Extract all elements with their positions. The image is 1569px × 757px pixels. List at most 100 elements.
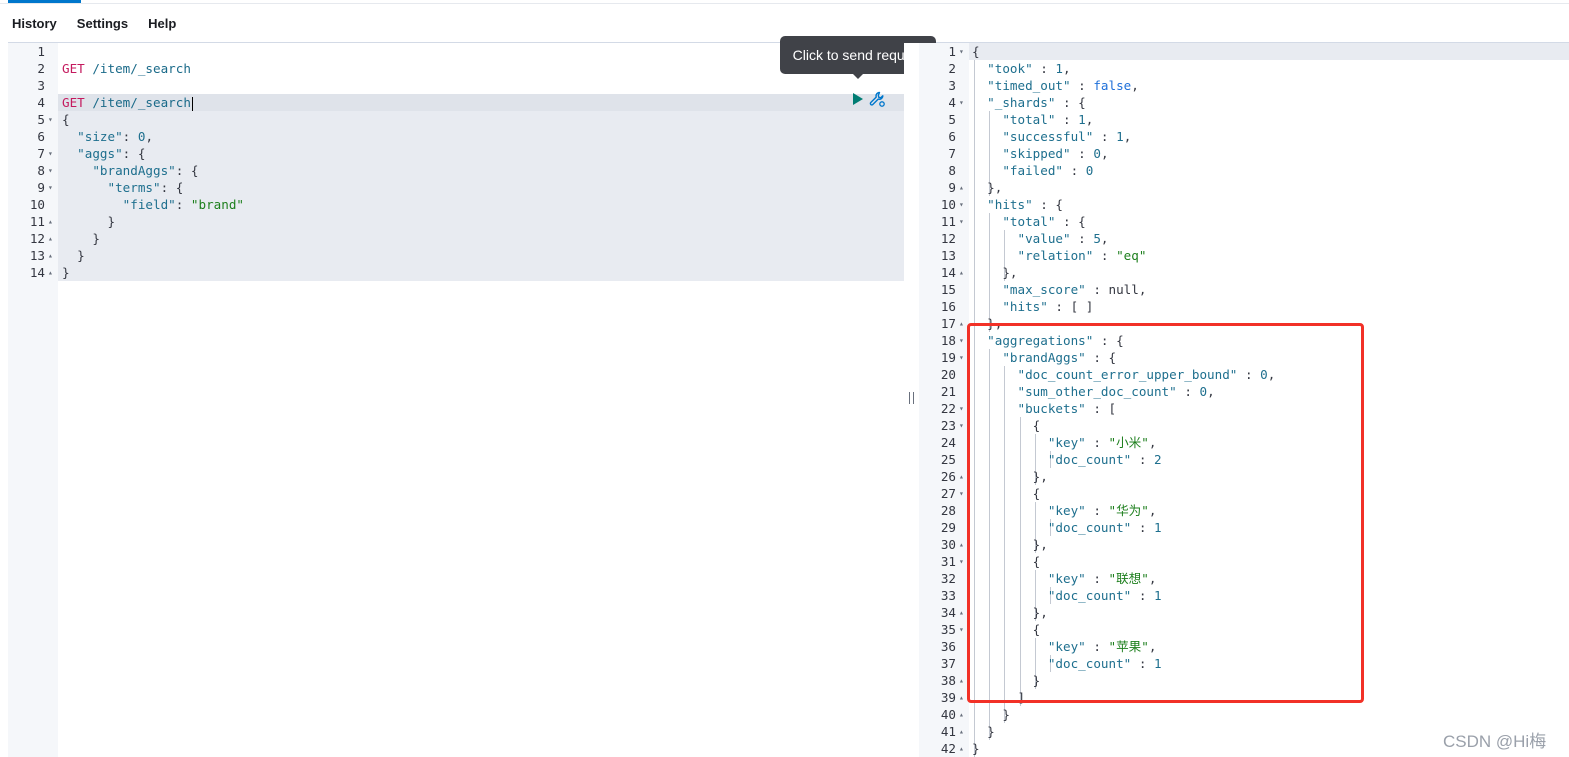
line-number: 14 <box>940 265 956 280</box>
fold-toggle-icon[interactable]: ▾ <box>959 400 964 417</box>
request-line[interactable]: 10 "field": "brand" <box>8 196 904 213</box>
code-text: "value" : 5, <box>1017 231 1109 246</box>
play-icon[interactable] <box>850 92 864 106</box>
menu-history[interactable]: History <box>12 16 57 31</box>
aggregations-highlight-box <box>967 323 1364 703</box>
fold-toggle-icon[interactable]: ▴ <box>48 230 53 247</box>
fold-toggle-icon[interactable]: ▴ <box>959 723 964 740</box>
fold-toggle-icon[interactable]: ▾ <box>48 111 53 128</box>
line-number: 5 <box>37 112 45 127</box>
fold-toggle-icon[interactable]: ▾ <box>48 162 53 179</box>
response-line: 40 ▴ } <box>919 706 1569 723</box>
request-line[interactable]: 4 GET /item/_search <box>8 94 904 111</box>
request-line[interactable]: 14 ▴} <box>8 264 904 281</box>
line-number: 40 <box>940 707 956 722</box>
line-number: 9 <box>948 180 956 195</box>
response-line: 1 ▾ { <box>919 43 1569 60</box>
line-number: 4 <box>37 95 45 110</box>
code-text: "total" : { <box>1002 214 1086 229</box>
line-number: 11 <box>940 214 956 229</box>
request-line[interactable]: 11 ▴ } <box>8 213 904 230</box>
fold-toggle-icon[interactable]: ▾ <box>959 349 964 366</box>
code-text: "timed_out" : false, <box>987 78 1139 93</box>
line-number: 8 <box>948 163 956 178</box>
request-line[interactable]: 7 ▾ "aggs": { <box>8 145 904 162</box>
request-line[interactable]: 2 GET /item/_search <box>8 60 904 77</box>
fold-toggle-icon[interactable]: ▴ <box>959 536 964 553</box>
line-number: 13 <box>29 248 45 263</box>
fold-toggle-icon[interactable]: ▴ <box>959 740 964 757</box>
line-number: 14 <box>29 265 45 280</box>
splitter-grip-icon[interactable] <box>909 392 914 404</box>
code-text: "failed" : 0 <box>1002 163 1094 178</box>
fold-toggle-icon[interactable]: ▾ <box>959 43 964 60</box>
request-line[interactable]: 12 ▴ } <box>8 230 904 247</box>
fold-toggle-icon[interactable]: ▴ <box>959 672 964 689</box>
fold-toggle-icon[interactable]: ▴ <box>959 706 964 723</box>
code-text: "total" : 1, <box>1002 112 1094 127</box>
line-number: 30 <box>940 537 956 552</box>
line-number: 28 <box>940 503 956 518</box>
code-text: } <box>62 265 70 280</box>
code-text: } <box>107 214 116 229</box>
fold-toggle-icon[interactable]: ▾ <box>959 94 964 111</box>
fold-toggle-icon[interactable]: ▾ <box>959 417 964 434</box>
code-text: "hits" : { <box>987 197 1064 212</box>
fold-toggle-icon[interactable]: ▴ <box>959 264 964 281</box>
menu-settings[interactable]: Settings <box>77 16 128 31</box>
line-number: 2 <box>948 61 956 76</box>
line-number: 27 <box>940 486 956 501</box>
line-number: 12 <box>29 231 45 246</box>
fold-toggle-icon[interactable]: ▴ <box>959 468 964 485</box>
fold-toggle-icon[interactable]: ▾ <box>959 621 964 638</box>
response-line: 5 "total" : 1, <box>919 111 1569 128</box>
watermark: CSDN @Hi梅 <box>1443 732 1547 751</box>
line-number: 3 <box>37 78 45 93</box>
line-number: 39 <box>940 690 956 705</box>
request-line[interactable]: 6 "size": 0, <box>8 128 904 145</box>
fold-toggle-icon[interactable]: ▴ <box>959 689 964 706</box>
request-editor[interactable]: 1 2 GET /item/_search 3 4 GET /item/_search 5 ▾… <box>8 43 904 757</box>
code-text: } <box>972 741 980 756</box>
line-number: 20 <box>940 367 956 382</box>
fold-toggle-icon[interactable]: ▾ <box>959 213 964 230</box>
fold-toggle-icon[interactable]: ▾ <box>959 553 964 570</box>
response-line: 15 "max_score" : null, <box>919 281 1569 298</box>
request-line[interactable]: 5 ▾ { <box>8 111 904 128</box>
request-line[interactable]: 9 ▾ "terms": { <box>8 179 904 196</box>
line-number: 1 <box>948 44 956 59</box>
code-text: } <box>92 231 100 246</box>
response-line: 13 "relation" : "eq" <box>919 247 1569 264</box>
line-number: 7 <box>948 146 956 161</box>
line-number: 6 <box>948 129 956 144</box>
fold-toggle-icon[interactable]: ▴ <box>959 315 964 332</box>
line-number: 10 <box>29 197 45 212</box>
fold-toggle-icon[interactable]: ▴ <box>959 179 964 196</box>
request-line[interactable]: 13 ▴ } <box>8 247 904 264</box>
line-number: 11 <box>29 214 45 229</box>
code-text: "brandAggs": { <box>92 163 199 178</box>
response-line: 11 ▾ "total" : { <box>919 213 1569 230</box>
fold-toggle-icon[interactable]: ▴ <box>48 247 53 264</box>
request-line[interactable]: 8 ▾ "brandAggs": { <box>8 162 904 179</box>
fold-toggle-icon[interactable]: ▴ <box>48 264 53 281</box>
fold-toggle-icon[interactable]: ▾ <box>48 145 53 162</box>
wrench-icon[interactable] <box>868 90 886 108</box>
request-line[interactable]: 1 <box>8 43 904 60</box>
menu-help[interactable]: Help <box>148 16 176 31</box>
line-number: 5 <box>948 112 956 127</box>
code-text: "max_score" : null, <box>1002 282 1147 297</box>
fold-toggle-icon[interactable]: ▴ <box>48 213 53 230</box>
fold-toggle-icon[interactable]: ▾ <box>959 196 964 213</box>
fold-toggle-icon[interactable]: ▾ <box>959 485 964 502</box>
line-number: 8 <box>37 163 45 178</box>
line-number: 19 <box>940 350 956 365</box>
request-line[interactable]: 3 <box>8 77 904 94</box>
line-number: 42 <box>940 741 956 756</box>
fold-toggle-icon[interactable]: ▾ <box>959 332 964 349</box>
code-text: "skipped" : 0, <box>1002 146 1109 161</box>
line-number: 10 <box>940 197 956 212</box>
fold-toggle-icon[interactable]: ▾ <box>48 179 53 196</box>
fold-toggle-icon[interactable]: ▴ <box>959 604 964 621</box>
line-number: 34 <box>940 605 956 620</box>
